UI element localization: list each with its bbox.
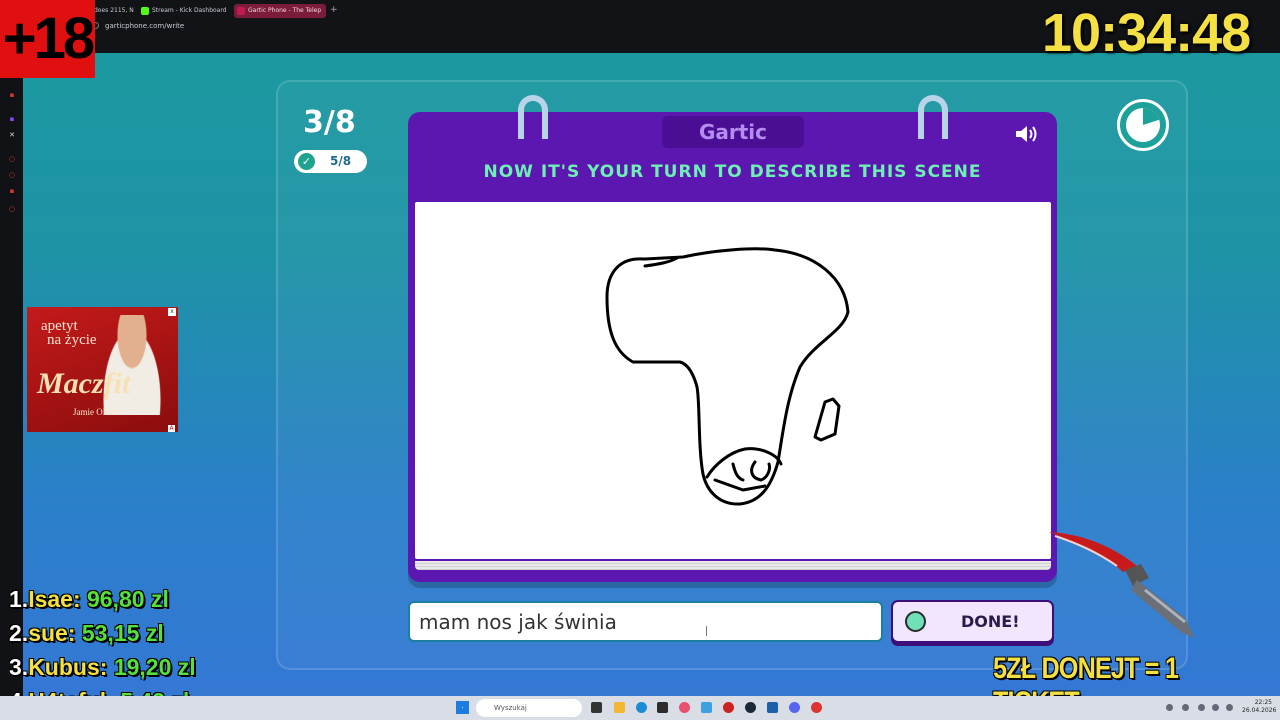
leaderboard-amount: 53,15 zl — [81, 620, 164, 646]
app-icon[interactable] — [701, 702, 712, 713]
ad-line-1: apetyt — [41, 318, 78, 334]
leaderboard-amount: 96,80 zl — [87, 586, 169, 612]
leaderboard-row: 1.Isae: 96,80 zl — [9, 586, 169, 612]
done-button[interactable]: DONE! — [891, 600, 1054, 643]
discord-icon[interactable] — [789, 702, 800, 713]
sidebar-settings-icon[interactable]: ○ — [8, 205, 16, 213]
completed-pill: ✓ 5/8 — [294, 150, 367, 173]
tray-icon[interactable] — [1198, 704, 1205, 711]
stream-clock: 10:34:48 — [1042, 3, 1251, 63]
instruction-text: NOW IT'S YOUR TURN TO DESCRIBE THIS SCEN… — [483, 162, 982, 182]
done-label: DONE! — [961, 612, 1020, 631]
speaker-icon[interactable] — [1014, 124, 1040, 144]
edge-icon[interactable] — [636, 702, 647, 713]
steam-icon[interactable] — [745, 702, 756, 713]
x-icon[interactable]: ✕ — [8, 131, 16, 139]
tab-label: Stream - Kick Dashboard — [152, 7, 227, 14]
app-icon[interactable] — [679, 702, 690, 713]
leaderboard-rank: 2. — [9, 620, 29, 646]
volume-icon[interactable] — [1226, 704, 1233, 711]
browser-tab-gartic[interactable]: Gartic Phone - The Telep — [234, 4, 326, 18]
gartic-logo: Gartic — [662, 116, 804, 148]
ad-close-icon[interactable]: x — [168, 308, 176, 316]
binder-ring — [918, 95, 948, 139]
sidebar-app-icon[interactable]: ○ — [8, 171, 16, 179]
ad-brand: Maczfit — [37, 367, 131, 400]
ad-line-2: na życie — [47, 332, 97, 348]
ad-subtitle: Jamie Oliver — [73, 407, 120, 417]
leaderboard-rank: 1. — [9, 586, 29, 612]
knife-icon — [1049, 532, 1195, 638]
windows-taskbar: Wyszukaj 22:25 26.04.2026 — [0, 696, 1280, 720]
address-bar[interactable]: garticphone.com/write — [105, 22, 184, 30]
tray-icon[interactable] — [1182, 704, 1189, 711]
store-icon[interactable] — [657, 702, 668, 713]
new-tab-button[interactable]: + — [330, 5, 338, 15]
opera-icon[interactable] — [723, 702, 734, 713]
description-input[interactable]: mam nos jak świnia — [408, 601, 883, 642]
tray-chevron-icon[interactable] — [1166, 704, 1173, 711]
sidebar-app-icon[interactable]: ▪ — [8, 187, 16, 195]
advertisement[interactable]: apetyt na życie Maczfit Jamie Oliver x A — [27, 307, 178, 432]
kick-favicon-icon — [141, 7, 149, 15]
network-icon[interactable] — [1212, 704, 1219, 711]
check-icon: ✓ — [298, 153, 315, 170]
tab-label: Gartic Phone - The Telep — [248, 7, 322, 14]
leaderboard-rank: 3. — [9, 654, 29, 680]
timer-icon — [1117, 99, 1169, 151]
game-card: Gartic NOW IT'S YOUR TURN TO DESCRIBE TH… — [408, 95, 1057, 582]
leaderboard-row: 3.Kubus: 19,20 zl — [9, 654, 196, 680]
twitch-icon[interactable]: ▪ — [8, 115, 16, 123]
leaderboard-name: Isae — [28, 586, 73, 612]
file-explorer-icon[interactable] — [614, 702, 625, 713]
taskbar-search[interactable]: Wyszukaj — [476, 699, 582, 717]
round-counter: 3/8 — [303, 105, 356, 140]
leaderboard-name: sue — [28, 620, 68, 646]
sidebar-app-icon[interactable]: ▪ — [8, 91, 16, 99]
leaderboard-name: Kubus — [28, 654, 100, 680]
taskbar-date: 26.04.2026 — [1242, 707, 1277, 714]
completed-count: 5/8 — [330, 154, 352, 168]
taskbar-time: 22:25 — [1254, 699, 1272, 706]
gartic-favicon-icon — [237, 7, 245, 15]
app-icon[interactable] — [811, 702, 822, 713]
browser-tab-kick[interactable]: Stream - Kick Dashboard — [138, 4, 230, 18]
text-cursor — [706, 626, 707, 636]
sidebar-app-icon[interactable]: ○ — [8, 155, 16, 163]
taskbar-clock[interactable]: 22:25 26.04.2026 — [1242, 699, 1277, 715]
start-button[interactable] — [456, 701, 469, 714]
ad-headline: apetyt na życie — [41, 318, 97, 348]
check-circle-icon — [905, 611, 926, 632]
leaderboard-amount: 19,20 zl — [113, 654, 196, 680]
binder-ring — [518, 95, 548, 139]
player-drawing — [605, 247, 850, 506]
leaderboard-row: 2.sue: 53,15 zl — [9, 620, 164, 646]
task-view-icon[interactable] — [591, 702, 602, 713]
tab-label: does 2115, N — [94, 7, 134, 14]
app-icon[interactable] — [767, 702, 778, 713]
ad-badge: A — [168, 425, 175, 432]
drawing-canvas — [415, 202, 1051, 559]
age-badge: +18 — [0, 0, 95, 78]
paper-stack-edge — [415, 561, 1051, 570]
